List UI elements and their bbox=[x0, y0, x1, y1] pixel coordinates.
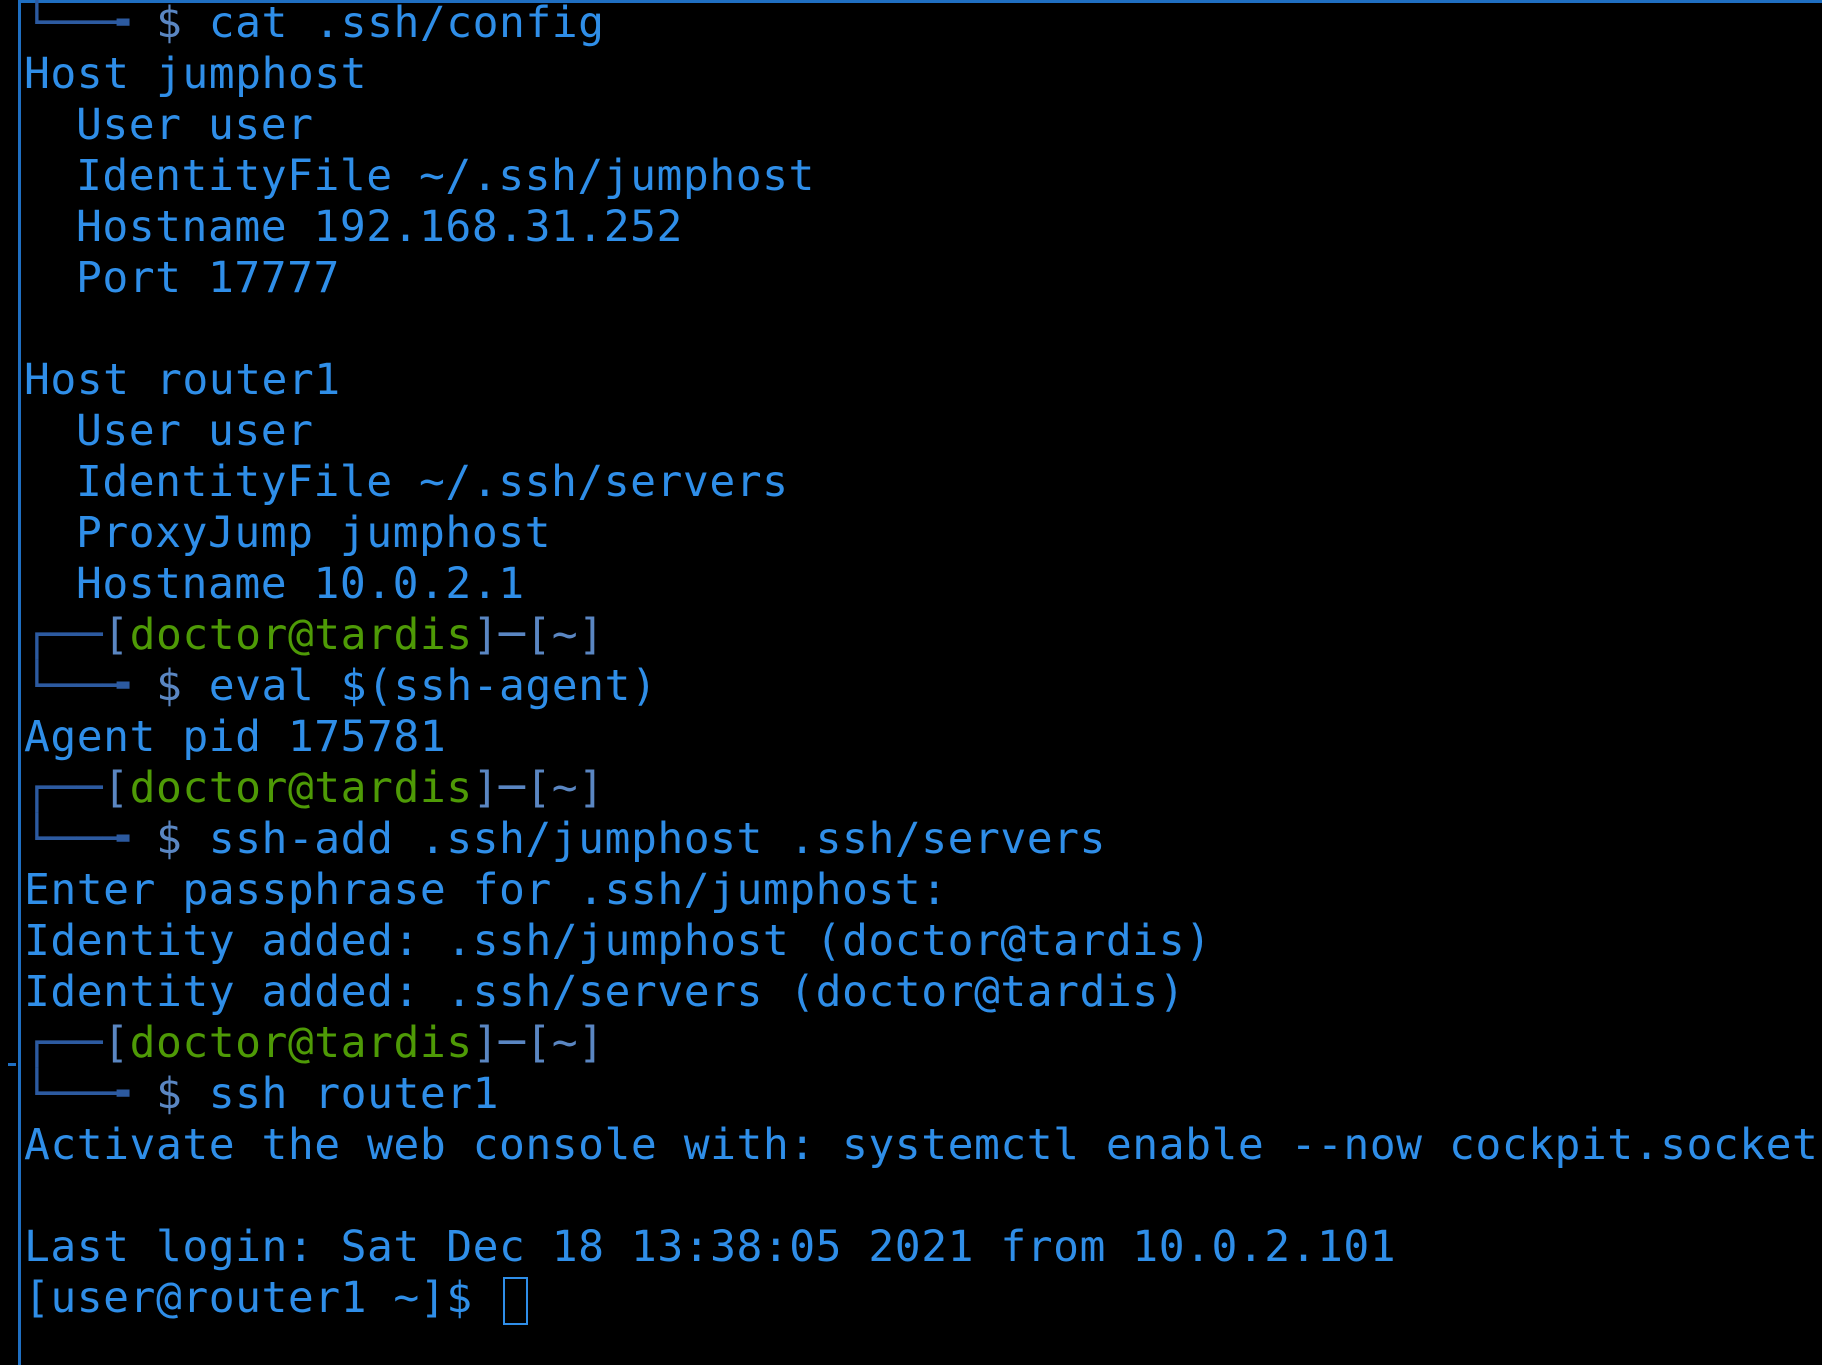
window-edge-marker bbox=[8, 1063, 16, 1066]
output-line: Identity added: .ssh/jumphost (doctor@ta… bbox=[24, 916, 1212, 966]
prompt-dir: ~ bbox=[551, 763, 579, 813]
prompt-corner-glyph: └──╼ bbox=[24, 661, 156, 711]
prompt-header: ┌──[doctor@tardis]─[~] bbox=[24, 610, 605, 660]
prompt-line-ssh: └──╼ $ ssh router1 bbox=[24, 1069, 1820, 1120]
terminal-window[interactable]: └──╼ $ cat .ssh/config Host jumphost Use… bbox=[0, 0, 1822, 1365]
prompt-corner-glyph: ┌── bbox=[24, 610, 104, 660]
output-line: Hostname 192.168.31.252 bbox=[76, 202, 683, 252]
command-ssh-add: ssh-add .ssh/jumphost .ssh/servers bbox=[208, 814, 1106, 864]
output-line: Hostname 10.0.2.1 bbox=[76, 559, 525, 609]
command-eval: eval $(ssh-agent) bbox=[208, 661, 658, 711]
window-border-left bbox=[18, 0, 21, 1365]
prompt-symbol: $ bbox=[155, 0, 183, 48]
prompt-corner-glyph: └──╼ bbox=[24, 0, 156, 48]
prompt-line-eval: └──╼ $ eval $(ssh-agent) bbox=[24, 661, 1820, 712]
command-ssh: ssh router1 bbox=[208, 1069, 500, 1119]
prompt-corner-glyph: └──╼ bbox=[24, 1069, 156, 1119]
output-line: Agent pid 175781 bbox=[24, 712, 447, 762]
output-line: IdentityFile ~/.ssh/jumphost bbox=[76, 151, 815, 201]
text-cursor[interactable] bbox=[503, 1276, 528, 1325]
output-line: Identity added: .ssh/servers (doctor@tar… bbox=[24, 967, 1186, 1017]
prompt-corner-glyph: ┌── bbox=[24, 763, 104, 813]
remote-prompt: [user@router1 ~]$ bbox=[24, 1273, 499, 1323]
prompt-symbol: $ bbox=[155, 814, 183, 864]
prompt-dir: ~ bbox=[551, 1018, 579, 1068]
output-line: Enter passphrase for .ssh/jumphost: bbox=[24, 865, 948, 915]
output-line: ProxyJump jumphost bbox=[76, 508, 551, 558]
prompt-corner-glyph: ┌── bbox=[24, 1018, 104, 1068]
prompt-user-host: doctor@tardis bbox=[129, 610, 473, 660]
prompt-corner-glyph: └──╼ bbox=[24, 814, 156, 864]
prompt-line-cat: └──╼ $ cat .ssh/config bbox=[24, 0, 1820, 49]
output-line: Last login: Sat Dec 18 13:38:05 2021 fro… bbox=[24, 1222, 1397, 1272]
prompt-user-host: doctor@tardis bbox=[129, 1018, 473, 1068]
prompt-header: ┌──[doctor@tardis]─[~] bbox=[24, 763, 605, 813]
terminal-output[interactable]: └──╼ $ cat .ssh/config Host jumphost Use… bbox=[24, 0, 1820, 1325]
output-line: Activate the web console with: systemctl… bbox=[24, 1120, 1819, 1170]
output-line: Port 17777 bbox=[76, 253, 340, 303]
output-line: Host jumphost bbox=[24, 49, 368, 99]
output-line: User user bbox=[76, 406, 314, 456]
remote-prompt-line[interactable]: [user@router1 ~]$ bbox=[24, 1273, 1820, 1325]
prompt-user-host: doctor@tardis bbox=[129, 763, 473, 813]
output-line: User user bbox=[76, 100, 314, 150]
prompt-line-ssh-add: └──╼ $ ssh-add .ssh/jumphost .ssh/server… bbox=[24, 814, 1820, 865]
prompt-header: ┌──[doctor@tardis]─[~] bbox=[24, 1018, 605, 1068]
prompt-dir: ~ bbox=[551, 610, 579, 660]
prompt-symbol: $ bbox=[155, 661, 183, 711]
output-line: Host router1 bbox=[24, 355, 341, 405]
prompt-symbol: $ bbox=[155, 1069, 183, 1119]
command-cat: cat .ssh/config bbox=[208, 0, 605, 48]
output-line: IdentityFile ~/.ssh/servers bbox=[76, 457, 789, 507]
